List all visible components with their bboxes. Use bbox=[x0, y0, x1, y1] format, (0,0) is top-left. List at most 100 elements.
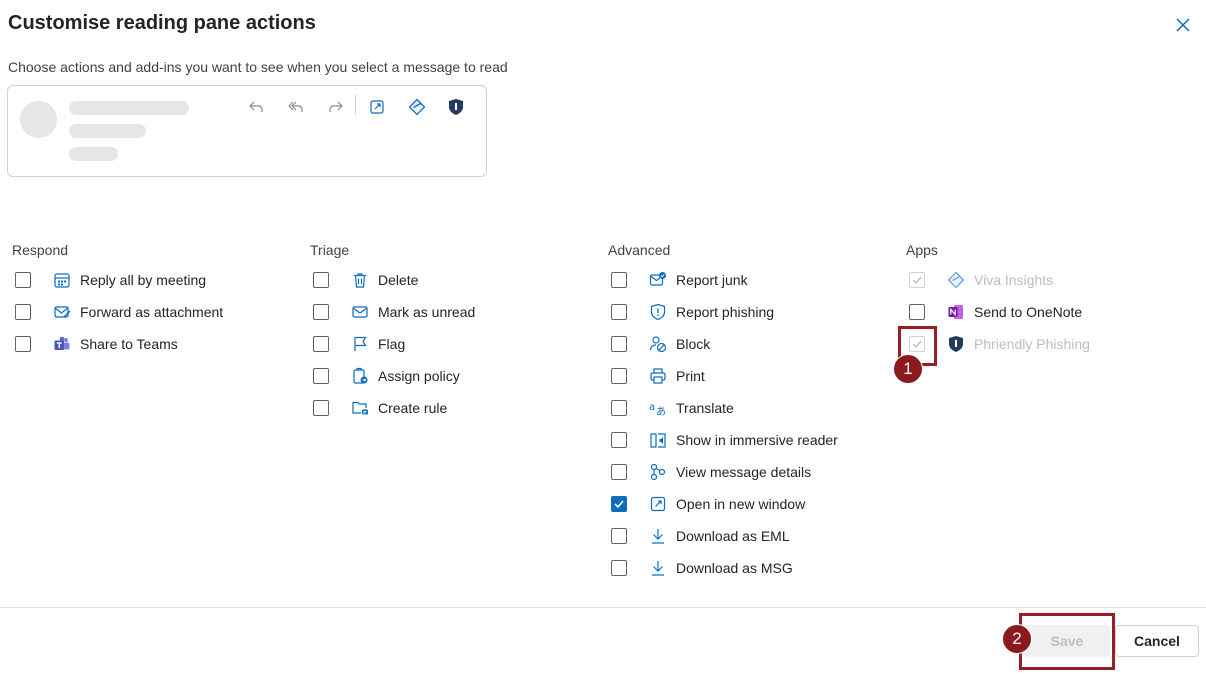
annotation-badge-2: 2 bbox=[1002, 624, 1032, 654]
option-label: Block bbox=[676, 336, 711, 352]
reply-all-icon bbox=[286, 97, 306, 117]
message-details-icon bbox=[648, 462, 668, 482]
placeholder-line bbox=[69, 101, 189, 115]
option-send-to-onenote[interactable]: Send to OneNote bbox=[909, 296, 1082, 328]
option-open-in-new-window[interactable]: Open in new window bbox=[611, 488, 805, 520]
option-label: Create rule bbox=[378, 400, 448, 416]
option-label: Show in immersive reader bbox=[676, 432, 838, 448]
triage-column: Triage bbox=[310, 242, 349, 258]
open-in-new-window-icon bbox=[367, 97, 387, 117]
respond-heading: Respond bbox=[12, 242, 69, 258]
checkbox[interactable] bbox=[313, 368, 329, 384]
option-label: Translate bbox=[676, 400, 734, 416]
checkbox[interactable] bbox=[611, 528, 627, 544]
immersive-reader-icon bbox=[648, 430, 668, 450]
option-label: Share to Teams bbox=[80, 336, 178, 352]
option-share-to-teams[interactable]: Share to Teams bbox=[15, 328, 178, 360]
option-download-as-msg[interactable]: Download as MSG bbox=[611, 552, 793, 584]
option-label: Flag bbox=[378, 336, 406, 352]
download-icon bbox=[648, 558, 668, 578]
checkbox-checked[interactable] bbox=[611, 496, 627, 512]
apps-column: Apps bbox=[906, 242, 938, 258]
cancel-button[interactable]: Cancel bbox=[1115, 625, 1199, 657]
placeholder-line bbox=[69, 147, 118, 161]
option-mark-as-unread[interactable]: Mark as unread bbox=[313, 296, 475, 328]
toolbar-separator bbox=[355, 95, 356, 115]
checkbox[interactable] bbox=[15, 336, 31, 352]
option-print[interactable]: Print bbox=[611, 360, 705, 392]
open-in-new-window-icon bbox=[648, 494, 668, 514]
translate-icon: aあ bbox=[648, 398, 668, 418]
option-view-message-details[interactable]: View message details bbox=[611, 456, 811, 488]
svg-text:あ: あ bbox=[656, 406, 666, 417]
option-label: Print bbox=[676, 368, 705, 384]
option-label: Delete bbox=[378, 272, 419, 288]
calendar-icon bbox=[52, 270, 72, 290]
forward-icon bbox=[326, 97, 346, 117]
checkbox[interactable] bbox=[611, 464, 627, 480]
annotation-highlight-2 bbox=[1019, 613, 1115, 670]
option-delete[interactable]: Delete bbox=[313, 264, 418, 296]
checkbox[interactable] bbox=[313, 304, 329, 320]
svg-text:a: a bbox=[649, 402, 655, 413]
footer-divider bbox=[0, 607, 1206, 608]
report-junk-icon bbox=[648, 270, 668, 290]
option-label: Forward as attachment bbox=[80, 304, 224, 320]
option-label: Viva Insights bbox=[974, 272, 1054, 288]
envelope-icon bbox=[350, 302, 370, 322]
checkbox[interactable] bbox=[611, 432, 627, 448]
avatar-placeholder bbox=[20, 101, 57, 138]
printer-icon bbox=[648, 366, 668, 386]
option-block[interactable]: Block bbox=[611, 328, 710, 360]
viva-insights-icon bbox=[407, 97, 427, 117]
phriendly-phishing-shield-icon bbox=[946, 334, 966, 354]
option-reply-all-by-meeting[interactable]: Reply all by meeting bbox=[15, 264, 206, 296]
checkbox[interactable] bbox=[611, 336, 627, 352]
option-label: Open in new window bbox=[676, 496, 806, 512]
teams-icon bbox=[52, 334, 72, 354]
checkbox[interactable] bbox=[313, 400, 329, 416]
option-label: Send to OneNote bbox=[974, 304, 1083, 320]
checkbox[interactable] bbox=[909, 304, 925, 320]
triage-heading: Triage bbox=[310, 242, 350, 258]
download-icon bbox=[648, 526, 668, 546]
advanced-heading: Advanced bbox=[608, 242, 671, 258]
option-forward-as-attachment[interactable]: Forward as attachment bbox=[15, 296, 223, 328]
checkbox[interactable] bbox=[313, 336, 329, 352]
apps-heading: Apps bbox=[906, 242, 938, 258]
close-button[interactable] bbox=[1172, 14, 1194, 36]
checkbox[interactable] bbox=[611, 560, 627, 576]
close-icon bbox=[1172, 18, 1194, 40]
checkbox[interactable] bbox=[611, 304, 627, 320]
viva-insights-icon bbox=[946, 270, 966, 290]
checkbox-checked-disabled bbox=[909, 272, 925, 288]
respond-column: Respond bbox=[12, 242, 68, 258]
option-download-as-eml[interactable]: Download as EML bbox=[611, 520, 790, 552]
checkbox[interactable] bbox=[611, 368, 627, 384]
phriendly-phishing-shield-icon bbox=[446, 97, 466, 117]
option-flag[interactable]: Flag bbox=[313, 328, 405, 360]
option-label: Download as EML bbox=[676, 528, 790, 544]
option-label: Assign policy bbox=[378, 368, 460, 384]
option-label: Download as MSG bbox=[676, 560, 793, 576]
option-create-rule[interactable]: Create rule bbox=[313, 392, 447, 424]
advanced-column: Advanced bbox=[608, 242, 670, 258]
option-label: View message details bbox=[676, 464, 812, 480]
checkbox[interactable] bbox=[15, 304, 31, 320]
option-report-junk[interactable]: Report junk bbox=[611, 264, 748, 296]
reply-icon bbox=[246, 97, 266, 117]
flag-icon bbox=[350, 334, 370, 354]
checkbox[interactable] bbox=[611, 272, 627, 288]
trash-icon bbox=[350, 270, 370, 290]
checkbox[interactable] bbox=[15, 272, 31, 288]
folder-rule-icon bbox=[350, 398, 370, 418]
checkbox[interactable] bbox=[611, 400, 627, 416]
option-show-in-immersive-reader[interactable]: Show in immersive reader bbox=[611, 424, 838, 456]
option-viva-insights: Viva Insights bbox=[909, 264, 1053, 296]
option-report-phishing[interactable]: Report phishing bbox=[611, 296, 774, 328]
checkbox[interactable] bbox=[313, 272, 329, 288]
annotation-badge-1: 1 bbox=[893, 354, 923, 384]
option-assign-policy[interactable]: Assign policy bbox=[313, 360, 460, 392]
option-translate[interactable]: aあ Translate bbox=[611, 392, 734, 424]
option-label: Phriendly Phishing bbox=[974, 336, 1090, 352]
